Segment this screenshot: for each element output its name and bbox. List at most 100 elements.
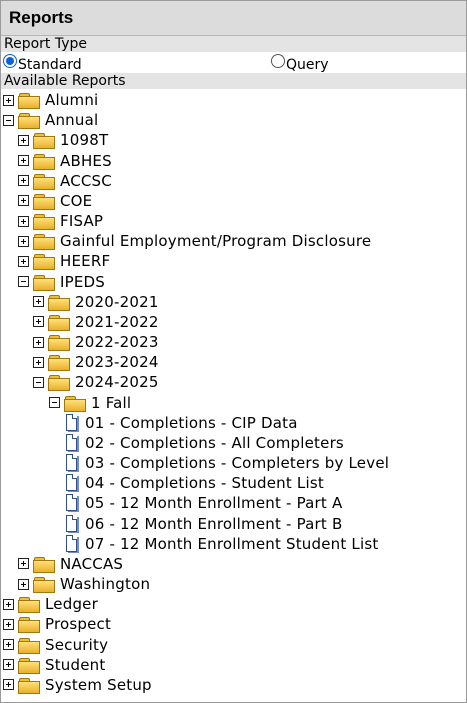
tree-item-label[interactable]: Student (45, 656, 105, 674)
tree-folder-row[interactable]: COE (18, 191, 92, 211)
report-document-icon (65, 474, 79, 493)
tree-folder-row[interactable]: Annual (3, 110, 98, 130)
expand-icon[interactable] (3, 598, 14, 610)
tree-report-row[interactable]: 04 - Completions - Student List (65, 473, 324, 493)
tree-item-label[interactable]: Security (45, 636, 108, 654)
tree-item-label[interactable]: 2022-2023 (75, 333, 159, 351)
tree-folder-row[interactable]: ABHES (18, 151, 112, 171)
expand-icon[interactable] (18, 235, 29, 247)
expand-icon[interactable] (3, 618, 14, 630)
tree-item-label[interactable]: 04 - Completions - Student List (85, 474, 324, 492)
tree-item-label[interactable]: Ledger (45, 595, 98, 613)
tree-folder-row[interactable]: Washington (18, 574, 150, 594)
tree-item-label[interactable]: ABHES (60, 152, 112, 170)
folder-icon (33, 213, 55, 231)
tree-folder-row[interactable]: 2023-2024 (33, 352, 159, 372)
tree-folder-row[interactable]: Security (3, 635, 108, 655)
report-document-icon (65, 514, 79, 533)
report-document-icon (65, 413, 79, 432)
tree-folder-row[interactable]: Student (3, 655, 105, 675)
expand-icon[interactable] (18, 215, 29, 227)
tree-item-label[interactable]: 03 - Completions - Completers by Level (85, 454, 389, 472)
tree-folder-row[interactable]: Ledger (3, 594, 98, 614)
tree-report-row[interactable]: 06 - 12 Month Enrollment - Part B (65, 514, 342, 534)
tree-folder-row[interactable]: 1 Fall (49, 393, 131, 413)
tree-item-label[interactable]: Gainful Employment/Program Disclosure (60, 232, 371, 250)
expand-icon[interactable] (3, 679, 14, 691)
tree-item-label[interactable]: 1098T (60, 131, 108, 149)
standard-radio[interactable]: Standard (3, 53, 82, 73)
collapse-icon[interactable] (49, 397, 60, 409)
tree-item-label[interactable]: 07 - 12 Month Enrollment Student List (85, 535, 378, 553)
tree-item-label[interactable]: 2021-2022 (75, 313, 159, 331)
expand-icon[interactable] (18, 558, 29, 570)
tree-item-label[interactable]: HEERF (60, 252, 110, 270)
collapse-icon[interactable] (33, 376, 44, 388)
expand-icon[interactable] (18, 134, 29, 146)
tree-item-label[interactable]: COE (60, 192, 92, 210)
expand-icon[interactable] (18, 255, 29, 267)
expand-icon[interactable] (33, 336, 44, 348)
standard-radio-button[interactable] (3, 54, 17, 68)
query-radio-button[interactable] (271, 54, 285, 68)
folder-icon (48, 374, 70, 392)
expand-icon[interactable] (3, 659, 14, 671)
expand-icon[interactable] (18, 155, 29, 166)
folder-icon (33, 132, 55, 150)
tree-folder-row[interactable]: Prospect (3, 614, 111, 634)
tree-report-row[interactable]: 03 - Completions - Completers by Level (65, 453, 389, 473)
collapse-icon[interactable] (18, 276, 29, 288)
tree-item-label[interactable]: Prospect (45, 615, 111, 633)
tree-folder-row[interactable]: Gainful Employment/Program Disclosure (18, 231, 371, 251)
tree-item-label[interactable]: 2024-2025 (75, 373, 159, 391)
folder-icon (33, 253, 55, 271)
page-title: Reports (9, 8, 74, 27)
tree-item-label[interactable]: Annual (45, 111, 98, 129)
folder-icon (18, 637, 40, 654)
expand-icon[interactable] (33, 316, 44, 328)
tree-folder-row[interactable]: 2020-2021 (33, 292, 159, 312)
folder-icon (18, 657, 40, 674)
tree-item-label[interactable]: 05 - 12 Month Enrollment - Part A (85, 494, 342, 512)
tree-report-row[interactable]: 07 - 12 Month Enrollment Student List (65, 534, 378, 554)
collapse-icon[interactable] (3, 114, 14, 126)
tree-item-label[interactable]: 01 - Completions - CIP Data (85, 414, 298, 432)
tree-folder-row[interactable]: 2024-2025 (33, 372, 159, 392)
expand-icon[interactable] (3, 639, 14, 651)
tree-folder-row[interactable]: FISAP (18, 211, 103, 231)
expand-icon[interactable] (33, 296, 44, 308)
tree-folder-row[interactable]: NACCAS (18, 554, 123, 574)
tree-item-label[interactable]: 2020-2021 (75, 293, 159, 311)
query-radio[interactable]: Query (271, 53, 329, 73)
tree-folder-row[interactable]: Alumni (3, 90, 98, 110)
tree-folder-row[interactable]: 2022-2023 (33, 332, 159, 352)
expand-icon[interactable] (33, 356, 44, 368)
tree-item-label[interactable]: 02 - Completions - All Completers (85, 434, 344, 452)
tree-folder-row[interactable]: ACCSC (18, 171, 112, 191)
folder-icon (33, 173, 55, 190)
report-document-icon (65, 494, 79, 513)
tree-item-label[interactable]: 2023-2024 (75, 353, 159, 371)
tree-folder-row[interactable]: System Setup (3, 675, 152, 695)
expand-icon[interactable] (18, 175, 29, 187)
expand-icon[interactable] (18, 195, 29, 207)
tree-item-label[interactable]: System Setup (45, 676, 152, 694)
tree-report-row[interactable]: 01 - Completions - CIP Data (65, 413, 298, 433)
tree-item-label[interactable]: IPEDS (60, 273, 105, 291)
tree-item-label[interactable]: 1 Fall (91, 394, 131, 412)
tree-folder-row[interactable]: IPEDS (18, 272, 105, 292)
expand-icon[interactable] (18, 578, 29, 590)
tree-item-label[interactable]: Washington (60, 575, 150, 593)
tree-folder-row[interactable]: 1098T (18, 130, 108, 150)
tree-report-row[interactable]: 05 - 12 Month Enrollment - Part A (65, 493, 342, 513)
tree-item-label[interactable]: ACCSC (60, 172, 112, 190)
tree-item-label[interactable]: NACCAS (60, 555, 123, 573)
expand-icon[interactable] (3, 94, 14, 106)
folder-icon (64, 395, 86, 412)
tree-item-label[interactable]: Alumni (45, 91, 98, 109)
tree-folder-row[interactable]: 2021-2022 (33, 312, 159, 332)
tree-folder-row[interactable]: HEERF (18, 251, 110, 271)
tree-item-label[interactable]: FISAP (60, 212, 103, 230)
tree-report-row[interactable]: 02 - Completions - All Completers (65, 433, 344, 453)
tree-item-label[interactable]: 06 - 12 Month Enrollment - Part B (85, 515, 342, 533)
